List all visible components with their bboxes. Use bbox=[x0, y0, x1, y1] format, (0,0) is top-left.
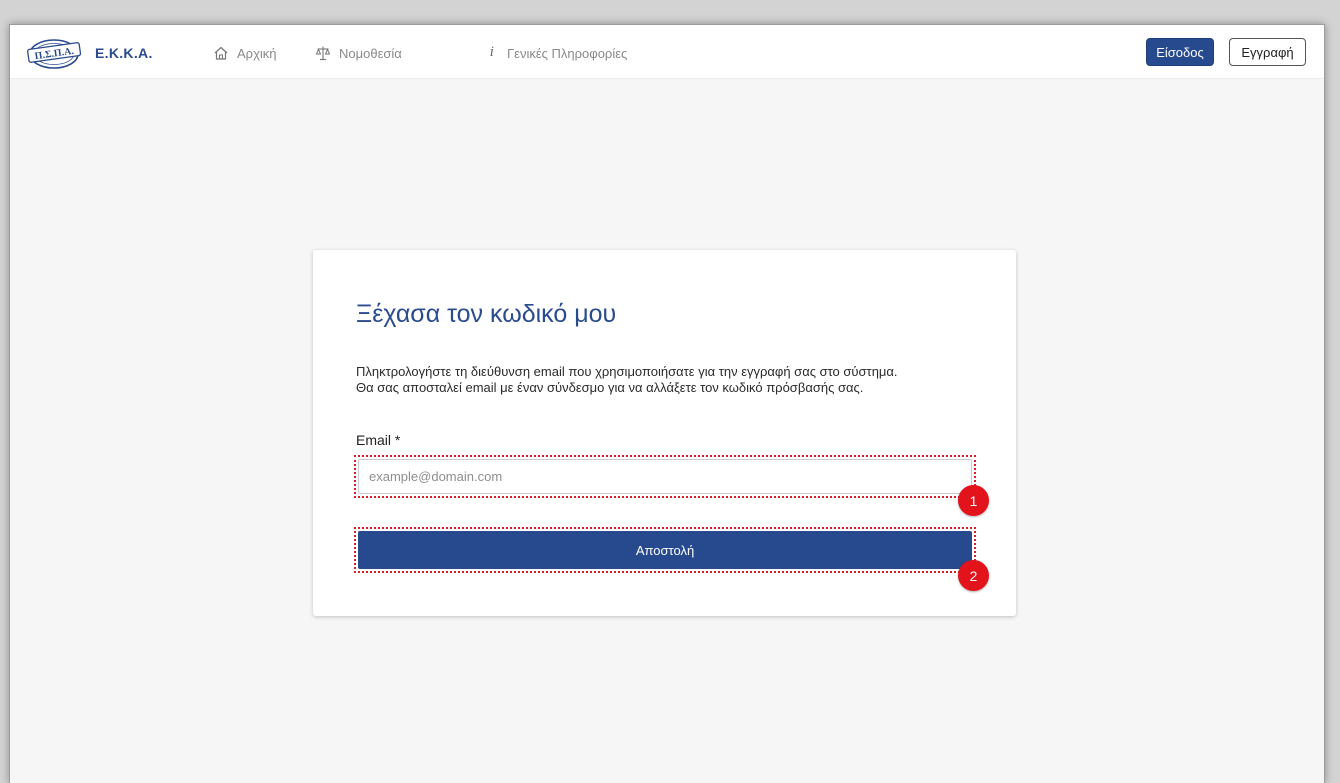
nav-home[interactable]: Αρχική bbox=[213, 45, 277, 61]
forgot-password-card: Ξέχασα τον κωδικό μου Πληκτρολογήστε τη … bbox=[313, 250, 1016, 616]
top-navbar: Π.Σ.Π.Α. Ε.Κ.Κ.Α. Αρχική Νομοθεσία i Γεν… bbox=[10, 25, 1324, 79]
email-label: Email * bbox=[356, 432, 401, 448]
logo-emblem-icon: Π.Σ.Π.Α. bbox=[27, 39, 82, 69]
submit-highlight: Αποστολή bbox=[354, 527, 976, 573]
logo[interactable]: Π.Σ.Π.Α. bbox=[25, 35, 83, 71]
home-icon bbox=[213, 45, 229, 61]
instructions-line-1: Πληκτρολογήστε τη διεύθυνση email που χρ… bbox=[356, 364, 898, 379]
email-field-highlight bbox=[354, 455, 976, 498]
info-icon: i bbox=[489, 45, 495, 60]
page-title: Ξέχασα τον κωδικό μου bbox=[356, 300, 617, 328]
instructions-line-2: Θα σας αποσταλεί email με έναν σύνδεσμο … bbox=[356, 380, 864, 395]
email-input[interactable] bbox=[358, 459, 972, 494]
callout-badge-1: 1 bbox=[958, 485, 989, 516]
submit-button[interactable]: Αποστολή bbox=[358, 531, 972, 569]
login-button[interactable]: Είσοδος bbox=[1146, 38, 1214, 66]
nav-home-label: Αρχική bbox=[237, 45, 277, 61]
brand-name[interactable]: Ε.Κ.Κ.Α. bbox=[95, 45, 153, 61]
register-button[interactable]: Εγγραφή bbox=[1229, 38, 1306, 66]
nav-legislation[interactable]: Νομοθεσία bbox=[315, 45, 402, 61]
instructions-text: Πληκτρολογήστε τη διεύθυνση email που χρ… bbox=[356, 364, 996, 396]
nav-general-info-label: Γενικές Πληροφορίες bbox=[507, 45, 628, 61]
browser-window: Π.Σ.Π.Α. Ε.Κ.Κ.Α. Αρχική Νομοθεσία i Γεν… bbox=[9, 24, 1325, 783]
nav-legislation-label: Νομοθεσία bbox=[339, 45, 402, 61]
scales-icon bbox=[315, 45, 331, 61]
nav-general-info[interactable]: i Γενικές Πληροφορίες bbox=[487, 45, 627, 61]
callout-badge-2: 2 bbox=[958, 560, 989, 591]
